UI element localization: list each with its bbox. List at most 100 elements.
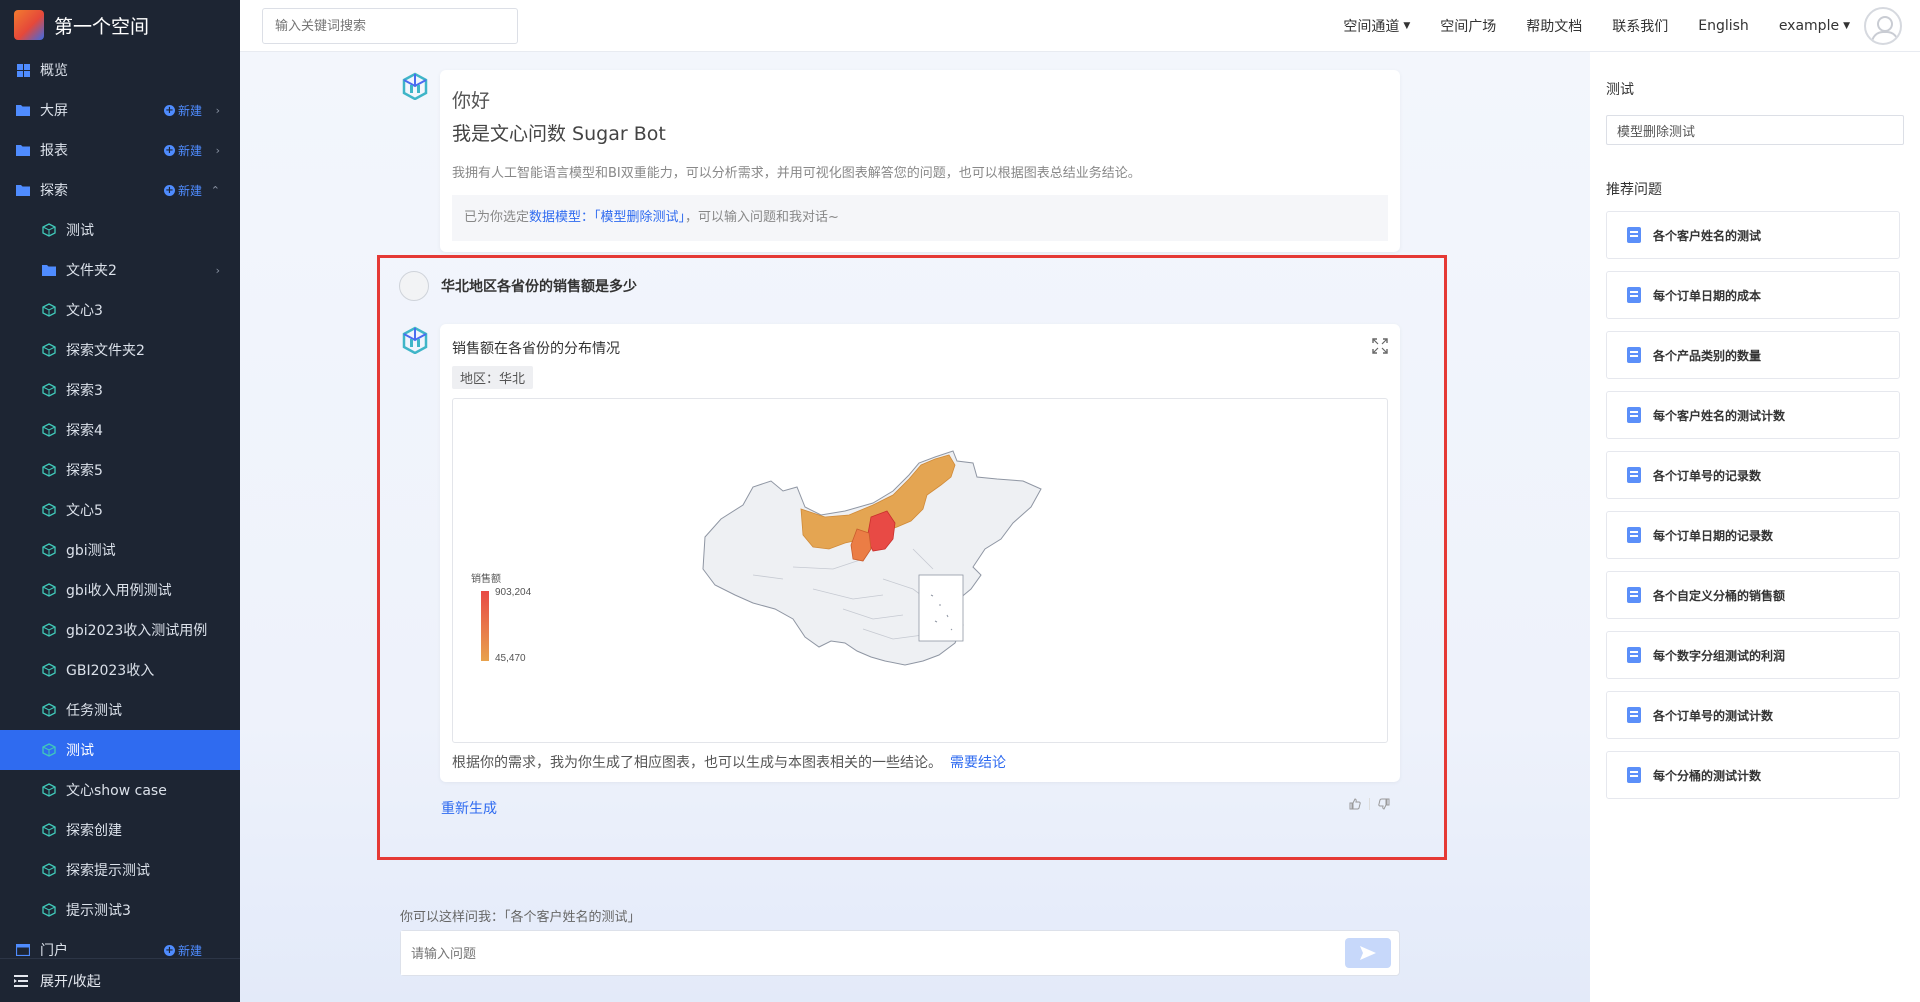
cube-icon xyxy=(42,623,56,637)
sidebar-item[interactable]: 报表 + 新建 › xyxy=(0,130,240,170)
greeting-card: 你好 我是文心问数 Sugar Bot 我拥有人工智能语言模型和BI双重能力，可… xyxy=(440,70,1400,252)
thumbs-down-icon[interactable] xyxy=(1378,798,1390,810)
cube-icon xyxy=(42,463,56,477)
caret-down-icon: ▼ xyxy=(1843,21,1850,31)
sidebar-item[interactable]: 文件夹2 › xyxy=(0,250,240,290)
recommended-question[interactable]: 各个自定义分桶的销售额 xyxy=(1606,571,1900,619)
question-label: 各个订单号的记录数 xyxy=(1653,468,1762,483)
question-input-bar xyxy=(400,930,1400,976)
region-filter-tag: 地区：华北 xyxy=(452,366,534,389)
avatar[interactable] xyxy=(1864,7,1902,45)
sidebar-item[interactable]: 探索5 xyxy=(0,450,240,490)
sidebar-item[interactable]: gbi测试 xyxy=(0,530,240,570)
sidebar-item[interactable]: gbi2023收入测试用例 xyxy=(0,610,240,650)
sidebar-item[interactable]: 大屏 + 新建 › xyxy=(0,90,240,130)
sidebar-item[interactable]: 概览 xyxy=(0,50,240,90)
sidebar-item[interactable]: 探索提示测试 xyxy=(0,850,240,890)
space-channel-link[interactable]: 空间通道 ▼ xyxy=(1343,16,1410,36)
collapse-toggle[interactable]: 展开/收起 xyxy=(0,958,240,1002)
sidebar-item[interactable]: 文心5 xyxy=(0,490,240,530)
space-title: 第一个空间 xyxy=(54,15,150,38)
collapse-icon xyxy=(14,974,28,988)
question-label: 各个客户姓名的测试 xyxy=(1653,228,1762,243)
greeting-bot-name: 我是文心问数 Sugar Bot xyxy=(452,123,666,145)
recommended-question[interactable]: 每个分桶的测试计数 xyxy=(1606,751,1900,799)
sidebar-item[interactable]: 文心3 xyxy=(0,290,240,330)
legend-gradient xyxy=(481,591,489,661)
thumbs-up-icon[interactable] xyxy=(1349,798,1361,810)
sidebar-item[interactable]: 探索 + 新建 ⌃ xyxy=(0,170,240,210)
recommended-question[interactable]: 各个订单号的测试计数 xyxy=(1606,691,1900,739)
sidebar-item-label: 测试 xyxy=(66,223,94,239)
chevron-right-icon[interactable]: › xyxy=(216,144,220,157)
sidebar-item-label: 概览 xyxy=(40,63,68,79)
help-docs-link[interactable]: 帮助文档 xyxy=(1526,16,1582,36)
sidebar-item[interactable]: 门户 + 新建 xyxy=(0,930,240,958)
sidebar-item-label: 探索提示测试 xyxy=(66,863,150,879)
bot-avatar-icon xyxy=(402,72,428,100)
cube-icon xyxy=(42,343,56,357)
user-question: 华北地区各省份的销售额是多少 xyxy=(441,279,637,295)
sidebar-item[interactable]: 提示测试3 xyxy=(0,890,240,930)
new-button[interactable]: + 新建 xyxy=(163,102,202,119)
sidebar-item[interactable]: gbi收入用例测试 xyxy=(0,570,240,610)
user-menu[interactable]: example ▼ xyxy=(1779,18,1850,34)
brand[interactable]: 第一个空间 xyxy=(0,0,240,50)
data-model-link[interactable]: 数据模型：「模型删除测试」 xyxy=(529,210,685,225)
sidebar-item[interactable]: GBI2023收入 xyxy=(0,650,240,690)
right-panel: 测试 推荐问题 各个客户姓名的测试每个订单日期的成本各个产品类别的数量每个客户姓… xyxy=(1590,52,1920,1002)
recommended-question[interactable]: 各个产品类别的数量 xyxy=(1606,331,1900,379)
sidebar-item-label: 报表 xyxy=(40,143,68,159)
grid-icon xyxy=(16,63,30,77)
search-input[interactable] xyxy=(262,7,518,44)
sidebar-item[interactable]: 文心show case xyxy=(0,770,240,810)
legend-title: 销售额 xyxy=(471,572,501,585)
recommended-question[interactable]: 每个订单日期的记录数 xyxy=(1606,511,1900,559)
sidebar-item[interactable]: 探索3 xyxy=(0,370,240,410)
sidebar-item-label: 探索3 xyxy=(66,383,103,399)
question-input[interactable] xyxy=(401,931,1301,975)
chevron-right-icon[interactable]: › xyxy=(216,264,220,277)
need-conclusion-link[interactable]: 需要结论 xyxy=(950,755,1006,771)
chevron-up-icon[interactable]: ⌃ xyxy=(211,184,220,197)
suggestion-hint[interactable]: 你可以这样问我：「各个客户姓名的测试」 xyxy=(400,906,641,925)
recommend-list: 各个客户姓名的测试 每个订单日期的成本 各个产品类别的数量 每个客户姓名的测试计数 各个… xyxy=(1606,211,1900,811)
sidebar-item-label: 文件夹2 xyxy=(66,263,117,279)
sidebar-item-label: 门户 xyxy=(40,943,68,958)
sidebar-item[interactable]: 测试 xyxy=(0,730,240,770)
regenerate-button[interactable]: 重新生成 xyxy=(441,798,497,818)
feedback-divider xyxy=(1369,798,1370,810)
space-square-link[interactable]: 空间广场 xyxy=(1440,16,1496,36)
recommended-question[interactable]: 每个订单日期的成本 xyxy=(1606,271,1900,319)
document-icon xyxy=(1627,587,1641,603)
new-button[interactable]: + 新建 xyxy=(163,142,202,159)
cube-icon xyxy=(42,383,56,397)
plus-icon: + xyxy=(163,104,175,116)
sidebar-item[interactable]: 探索文件夹2 xyxy=(0,330,240,370)
cube-icon xyxy=(42,223,56,237)
contact-link[interactable]: 联系我们 xyxy=(1612,16,1668,36)
sidebar-item-label: 大屏 xyxy=(40,103,68,119)
fullscreen-icon[interactable] xyxy=(1372,338,1388,354)
document-icon xyxy=(1627,407,1641,423)
new-button[interactable]: + 新建 xyxy=(163,182,202,199)
recommended-question[interactable]: 各个订单号的记录数 xyxy=(1606,451,1900,499)
sidebar-nav: 概览 大屏 + 新建 › 报表 + 新建 › 探索 + 新建 ⌃ 测试 文件夹2 › 文心3 探索文件夹2 探索3 探… xyxy=(0,50,240,958)
sidebar-item[interactable]: 测试 xyxy=(0,210,240,250)
recommended-question[interactable]: 每个数字分组测试的利润 xyxy=(1606,631,1900,679)
new-button[interactable]: + 新建 xyxy=(163,942,202,959)
recommended-question[interactable]: 各个客户姓名的测试 xyxy=(1606,211,1900,259)
recommended-question[interactable]: 每个客户姓名的测试计数 xyxy=(1606,391,1900,439)
language-link[interactable]: English xyxy=(1698,18,1749,34)
cube-icon xyxy=(42,743,56,757)
question-label: 各个产品类别的数量 xyxy=(1653,348,1762,363)
sidebar-item-label: gbi2023收入测试用例 xyxy=(66,623,208,639)
sidebar-item-label: 探索文件夹2 xyxy=(66,343,145,359)
chevron-right-icon[interactable]: › xyxy=(216,104,220,117)
sidebar-item[interactable]: 探索创建 xyxy=(0,810,240,850)
sidebar-item[interactable]: 探索4 xyxy=(0,410,240,450)
question-label: 每个客户姓名的测试计数 xyxy=(1653,408,1786,423)
send-button[interactable] xyxy=(1345,938,1391,968)
sidebar-item[interactable]: 任务测试 xyxy=(0,690,240,730)
data-model-select[interactable] xyxy=(1606,115,1904,145)
